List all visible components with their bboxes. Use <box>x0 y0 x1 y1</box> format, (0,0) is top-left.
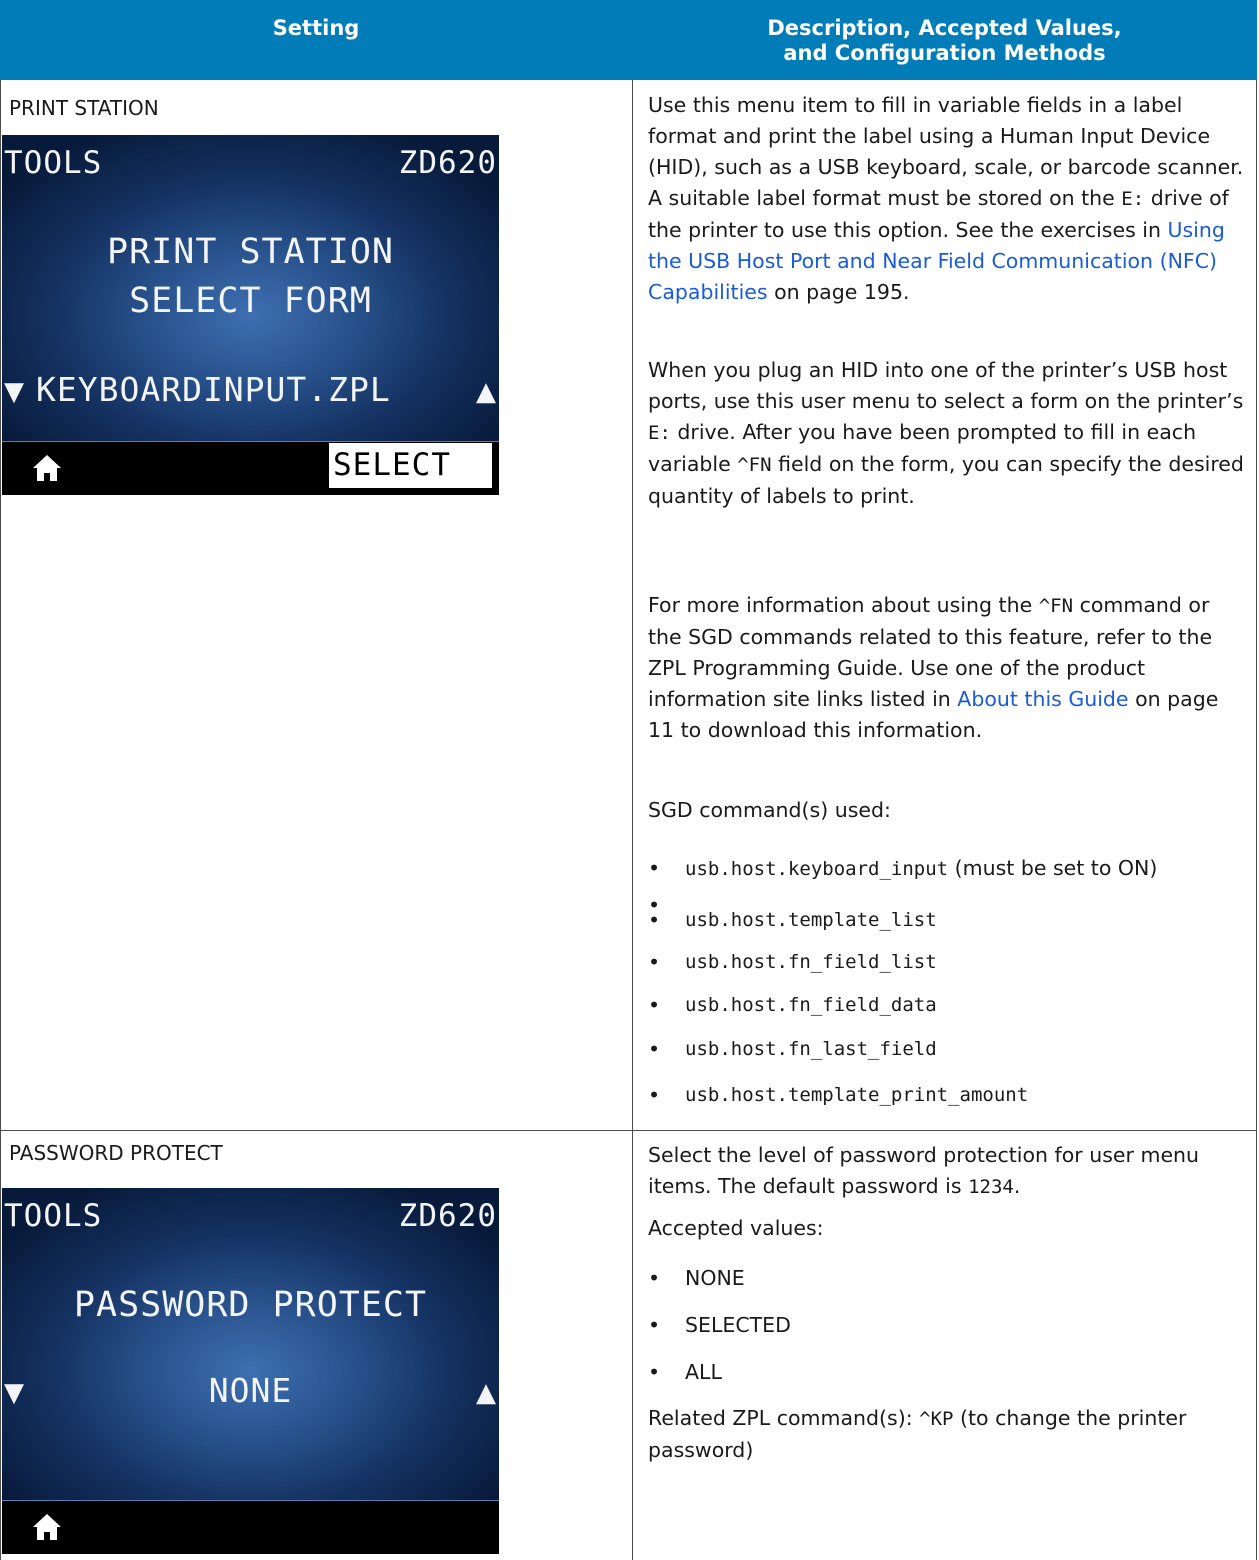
lcd-selected-value: KEYBOARDINPUT.ZPL <box>36 370 391 409</box>
accepted-values-label: Accepted values: <box>648 1216 824 1240</box>
bullet: • <box>648 993 661 1017</box>
header-description-line1: Description, Accepted Values, <box>767 16 1122 40</box>
sgd-code: usb.host.template_print_amount <box>685 1084 1029 1106</box>
sgd-code: usb.host.fn_field_data <box>685 994 937 1016</box>
lcd-menu-label: TOOLS <box>4 145 103 181</box>
settings-table: Setting Description, Accepted Values, an… <box>0 0 1257 1560</box>
accepted-value-text: SELECTED <box>685 1313 791 1337</box>
sgd-label: SGD command(s) used: <box>648 798 891 822</box>
table-border-right <box>1256 80 1257 1560</box>
para2-code-fn: ^FN <box>737 454 772 476</box>
sgd-code: usb.host.fn_last_field <box>685 1038 937 1060</box>
about-this-guide-link[interactable]: About this Guide <box>957 687 1128 711</box>
up-arrow-icon: ▲ <box>476 377 496 407</box>
setting-name-print-station: PRINT STATION <box>9 96 159 120</box>
para3-text1: For more information about using the <box>648 593 1039 617</box>
header-setting-label: Setting <box>272 16 360 40</box>
lcd-screen-print-station: TOOLS ZD620 PRINT STATION SELECT FORM ▼ … <box>2 135 499 495</box>
accepted-value-text: ALL <box>685 1360 722 1384</box>
up-arrow-icon: ▲ <box>476 1378 496 1408</box>
related-code: ^KP <box>919 1408 954 1430</box>
header-description: Description, Accepted Values, and Config… <box>632 0 1257 80</box>
lcd-selected-value: NONE <box>208 1371 293 1410</box>
settings-table-page: Setting Description, Accepted Values, an… <box>0 0 1259 1560</box>
down-arrow-icon: ▼ <box>4 377 24 407</box>
sgd-note: (must be set to ON) <box>948 856 1158 880</box>
bullet: • <box>648 1360 661 1384</box>
print-station-para3: For more information about using the ^FN… <box>648 590 1248 746</box>
lcd-menu-label: TOOLS <box>4 1198 103 1234</box>
pw-para1-text2: . <box>1013 1174 1021 1198</box>
print-station-para2: When you plug an HID into one of the pri… <box>648 355 1248 512</box>
lcd-line1: PASSWORD PROTECT <box>73 1285 428 1325</box>
header-description-line2: and Configuration Methods <box>783 41 1106 65</box>
bullet: • <box>648 1037 661 1061</box>
lcd-line1: PRINT STATION <box>107 232 394 272</box>
home-icon <box>33 1514 61 1540</box>
para2-code-drive: E: <box>648 422 671 444</box>
bullet: • <box>648 1083 661 1107</box>
related-text1: Related ZPL command(s): <box>648 1406 920 1430</box>
print-station-para1: Use this menu item to fill in variable f… <box>648 90 1248 308</box>
sgd-item-text: usb.host.keyboard_input (must be set to … <box>685 853 1245 885</box>
bullet: • <box>648 1313 661 1337</box>
para3-code-fn: ^FN <box>1038 595 1074 617</box>
related-zpl-commands: Related ZPL command(s): ^KP (to change t… <box>648 1403 1248 1466</box>
lcd-screen-password-protect: TOOLS ZD620 PASSWORD PROTECT ▼ NONE ▲ <box>2 1188 499 1554</box>
para1-text3: on page 195. <box>767 280 910 304</box>
lcd-model-label: ZD620 <box>398 145 497 181</box>
lcd-model-label: ZD620 <box>398 1198 497 1234</box>
lcd-line2: SELECT FORM <box>129 281 372 321</box>
para1-code-drive: E: <box>1121 188 1145 210</box>
home-icon <box>33 455 61 481</box>
lcd-softkey-bar <box>2 1500 499 1554</box>
lcd-softkey-bar: SELECT <box>2 441 499 495</box>
sgd-code: usb.host.template_list <box>685 909 937 931</box>
para2-text1: When you plug an HID into one of the pri… <box>648 358 1244 413</box>
bullet: • <box>648 1266 661 1290</box>
table-column-divider <box>632 80 633 1560</box>
bullet: • <box>648 908 661 932</box>
table-border-left <box>0 80 1 1560</box>
accepted-value-text: NONE <box>685 1266 745 1290</box>
password-protect-description: Select the level of password protection … <box>648 1140 1248 1203</box>
print-station-description: Use this menu item to fill in variable f… <box>648 90 1248 308</box>
table-row-divider <box>0 1130 1257 1131</box>
sgd-code: usb.host.fn_field_list <box>685 951 937 973</box>
bullet: • <box>648 950 661 974</box>
bullet: • <box>648 856 661 880</box>
sgd-code: usb.host.keyboard_input <box>685 858 949 880</box>
header-setting: Setting <box>0 0 632 80</box>
select-softkey: SELECT <box>329 443 492 488</box>
setting-name-password-protect: PASSWORD PROTECT <box>9 1141 223 1165</box>
pw-default-code: 1234 <box>968 1176 1014 1198</box>
pw-para1-text1: Select the level of password protection … <box>648 1143 1200 1198</box>
